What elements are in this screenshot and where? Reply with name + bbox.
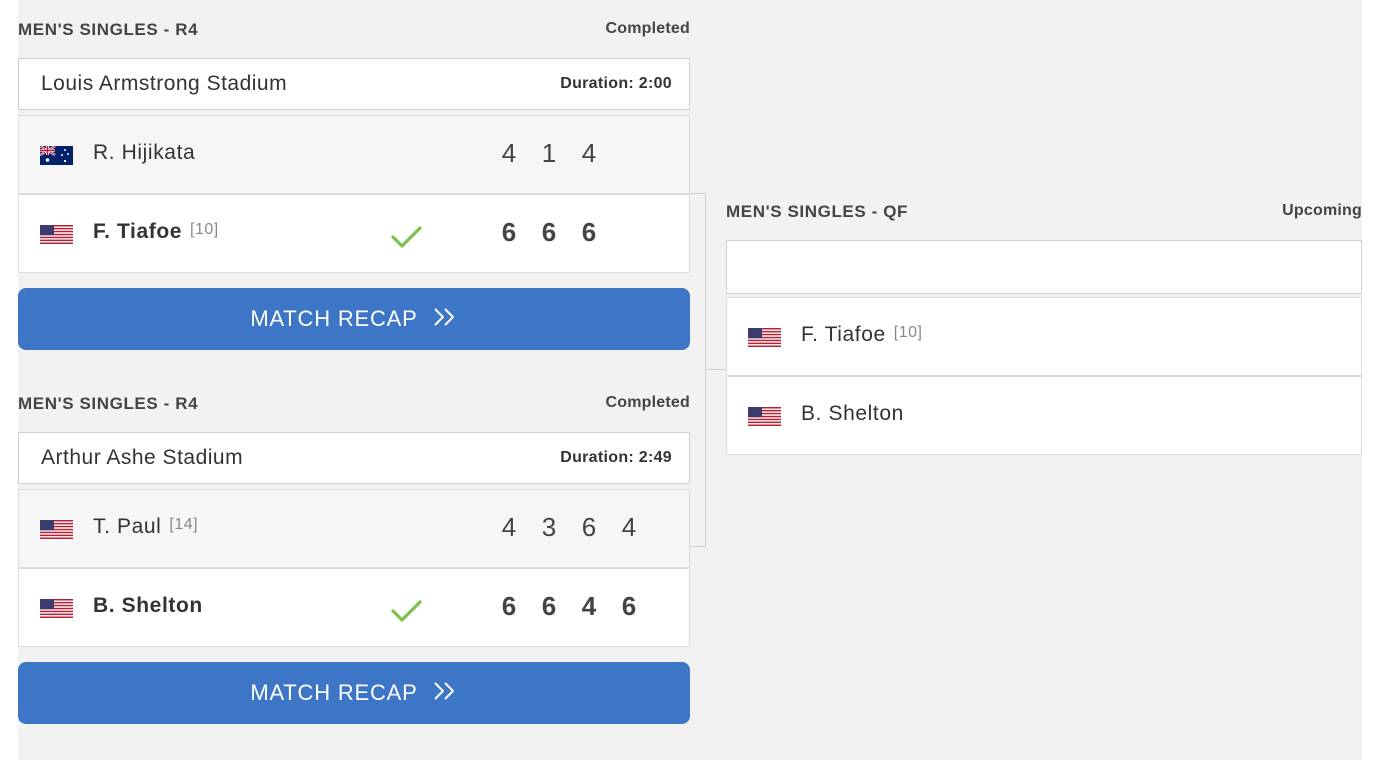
bracket-connector [690,193,706,194]
usa-flag-icon [748,407,781,426]
set-score: 6 [501,591,517,621]
match-venue-bar: Arthur Ashe Stadium Duration: 2:49 [18,432,690,484]
set-score: 4 [501,512,517,542]
set-score: 6 [621,591,637,621]
bracket-connector [705,193,706,547]
match-recap-button[interactable]: MATCH RECAP [18,288,690,350]
player-seed: [10] [893,324,923,341]
player-row[interactable]: F. Tiafoe [10] [726,297,1362,376]
set-score: 6 [501,217,517,247]
match-recap-button[interactable]: MATCH RECAP [18,662,690,724]
player-name: B. Shelton [93,594,203,617]
set-score: 4 [621,512,637,542]
match-round: MEN'S SINGLES - R4 [18,20,199,39]
player-seed: [10] [190,221,219,238]
player-row[interactable]: F. Tiafoe [10] 6 6 6 [18,194,690,273]
match-recap-label: MATCH RECAP [250,680,418,705]
set-score: 1 [541,138,557,168]
quarterfinal-card: MEN'S SINGLES - QF Upcoming F. Tiafoe [10… [726,202,1362,456]
match-venue-bar [726,240,1362,294]
checkmark-icon [391,225,423,249]
match-round: MEN'S SINGLES - R4 [18,394,199,413]
match-header: MEN'S SINGLES - R4 Completed [18,20,690,44]
set-score: 4 [581,591,597,621]
set-score: 6 [581,217,597,247]
match-status: Upcoming [1282,202,1362,219]
player-row[interactable]: R. Hijikata 4 1 4 [18,115,690,194]
player-row[interactable]: B. Shelton [726,376,1362,455]
match-round: MEN'S SINGLES - QF [726,202,909,221]
double-chevron-right-icon [432,289,458,351]
match-header: MEN'S SINGLES - QF Upcoming [726,202,1362,226]
usa-flag-icon [40,599,73,618]
player-name: T. Paul [14] [93,515,199,538]
match-status: Completed [605,394,690,411]
set-score: 4 [581,138,597,168]
player-seed: [14] [169,516,199,533]
match-recap-label: MATCH RECAP [250,306,418,331]
set-score: 4 [501,138,517,168]
usa-flag-icon [40,225,73,244]
bracket-connector [690,546,706,547]
australia-flag-icon [40,146,73,165]
checkmark-icon [391,599,423,623]
match-header: MEN'S SINGLES - R4 Completed [18,394,690,418]
set-score: 6 [581,512,597,542]
match-card: MEN'S SINGLES - R4 Completed Louis Armst… [18,20,690,350]
bracket-connector [705,369,726,370]
venue-name: Louis Armstrong Stadium [41,72,288,95]
usa-flag-icon [40,520,73,539]
player-name: F. Tiafoe [10] [93,220,219,243]
match-duration: Duration: 2:49 [560,449,672,466]
player-row[interactable]: T. Paul [14] 4 3 6 4 [18,489,690,568]
match-duration: Duration: 2:00 [560,75,672,92]
set-score: 6 [541,217,557,247]
match-status: Completed [605,20,690,37]
match-venue-bar: Louis Armstrong Stadium Duration: 2:00 [18,58,690,110]
set-score: 3 [541,512,557,542]
usa-flag-icon [748,328,781,347]
match-card: MEN'S SINGLES - R4 Completed Arthur Ashe… [18,394,690,724]
player-name: R. Hijikata [93,141,196,164]
venue-name: Arthur Ashe Stadium [41,446,244,469]
set-score: 6 [541,591,557,621]
player-name: F. Tiafoe [10] [801,323,923,346]
double-chevron-right-icon [432,663,458,725]
player-row[interactable]: B. Shelton 6 6 4 6 [18,568,690,647]
player-name: B. Shelton [801,402,904,425]
